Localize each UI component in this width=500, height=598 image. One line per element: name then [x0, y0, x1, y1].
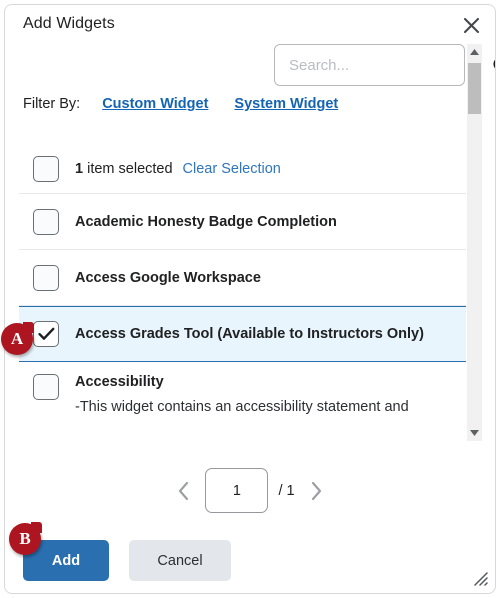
- list-scrollbar[interactable]: [467, 44, 482, 441]
- select-all-checkbox[interactable]: [33, 156, 59, 182]
- page-number-input[interactable]: [205, 468, 269, 513]
- filter-label: Filter By:: [23, 96, 81, 112]
- clear-selection-link[interactable]: Clear Selection: [183, 161, 281, 177]
- scroll-up-icon[interactable]: [467, 44, 482, 60]
- checkmark-icon: [37, 327, 54, 340]
- page-title: Add Widgets: [23, 15, 115, 32]
- list-item[interactable]: Academic Honesty Badge Completion: [19, 194, 466, 250]
- row-checkbox[interactable]: [33, 264, 59, 291]
- search-icon[interactable]: [492, 56, 495, 75]
- row-checkbox-checked[interactable]: [33, 321, 59, 347]
- resize-grip-icon[interactable]: [472, 570, 488, 586]
- cancel-button[interactable]: Cancel: [129, 540, 231, 581]
- close-icon[interactable]: [459, 13, 483, 37]
- selection-count-number: 1: [75, 161, 84, 177]
- list-item[interactable]: Access Google Workspace: [19, 250, 466, 306]
- list-item-description: -This widget contains an accessibility s…: [75, 399, 409, 415]
- widget-list: 1 item selected Clear Selection Academic…: [19, 145, 466, 441]
- chevron-left-icon[interactable]: [170, 476, 196, 506]
- pagination: / 1: [5, 468, 495, 513]
- selection-count: 1 item selected: [75, 161, 173, 177]
- annotation-badge-b: B: [9, 523, 41, 555]
- scroll-down-icon[interactable]: [467, 425, 482, 441]
- dialog-footer: Add Cancel: [23, 540, 231, 581]
- selection-count-text: item selected: [83, 161, 173, 177]
- list-item-label: Access Google Workspace: [75, 269, 261, 286]
- list-item-label: Accessibility: [75, 374, 164, 390]
- list-item-selected[interactable]: Access Grades Tool (Available to Instruc…: [19, 306, 466, 362]
- page-total-label: / 1: [278, 482, 295, 499]
- filter-link-custom-widget[interactable]: Custom Widget: [102, 96, 208, 112]
- list-item[interactable]: Accessibility -This widget contains an a…: [19, 362, 466, 438]
- annotation-badge-a: A: [1, 323, 33, 355]
- add-widgets-dialog: Add Widgets Filter By: Custom Widget Sys…: [4, 4, 496, 594]
- scrollbar-thumb[interactable]: [468, 63, 481, 114]
- row-checkbox[interactable]: [33, 208, 59, 235]
- row-checkbox[interactable]: [33, 374, 59, 400]
- list-item-label: Academic Honesty Badge Completion: [75, 213, 337, 230]
- list-item-content: Accessibility -This widget contains an a…: [75, 374, 409, 415]
- chevron-right-icon[interactable]: [304, 476, 330, 506]
- filter-bar: Filter By: Custom Widget System Widget: [23, 96, 338, 112]
- search-input[interactable]: [275, 56, 492, 74]
- dialog-header: Add Widgets: [5, 5, 495, 41]
- filter-link-system-widget[interactable]: System Widget: [234, 96, 338, 112]
- search-box[interactable]: [274, 44, 495, 86]
- list-header-row: 1 item selected Clear Selection: [19, 145, 466, 194]
- list-item-label: Access Grades Tool (Available to Instruc…: [75, 326, 424, 342]
